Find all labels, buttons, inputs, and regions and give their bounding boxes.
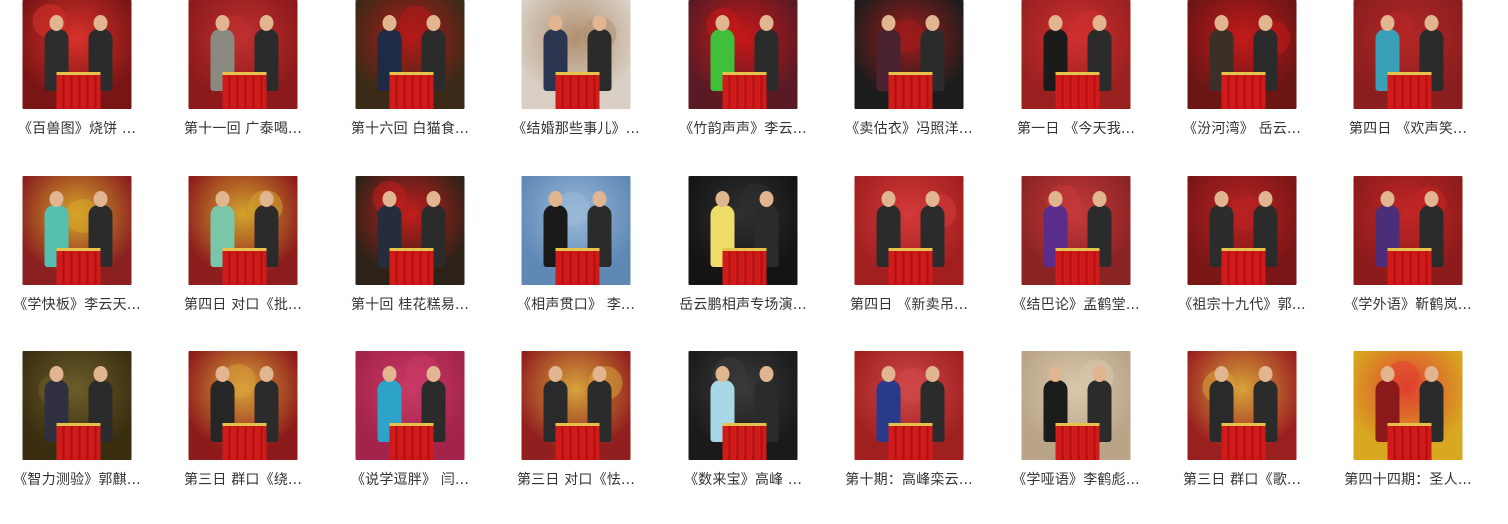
video-thumbnail[interactable] <box>854 0 964 109</box>
video-card[interactable]: 第十一回 广泰喝... <box>163 0 323 150</box>
video-thumbnail[interactable] <box>1021 351 1131 460</box>
video-thumbnail[interactable] <box>1353 0 1463 109</box>
video-card[interactable]: 《数来宝》高峰 ... <box>663 351 823 501</box>
video-title[interactable]: 《说学逗胖》 闫... <box>330 469 490 489</box>
video-thumbnail[interactable] <box>1021 176 1131 285</box>
video-title[interactable]: 《祖宗十九代》郭... <box>1162 294 1322 314</box>
video-card[interactable]: 《百兽图》烧饼 ... <box>0 0 157 150</box>
video-card[interactable]: 第十六回 白猫食... <box>330 0 490 150</box>
video-card[interactable]: 第四日 《新卖吊... <box>829 176 989 326</box>
video-title[interactable]: 岳云鹏相声专场演... <box>663 294 823 314</box>
video-title[interactable]: 《结婚那些事儿》... <box>496 118 656 138</box>
video-title[interactable]: 第三日 对口《怯... <box>496 469 656 489</box>
video-thumbnail[interactable] <box>854 351 964 460</box>
video-thumbnail[interactable] <box>688 0 798 109</box>
video-card[interactable]: 第三日 群口《绕... <box>163 351 323 501</box>
video-title[interactable]: 第三日 群口《歌... <box>1162 469 1322 489</box>
video-title[interactable]: 《数来宝》高峰 ... <box>663 469 823 489</box>
video-card[interactable]: 《汾河湾》 岳云... <box>1162 0 1322 150</box>
video-thumbnail[interactable] <box>22 176 132 285</box>
video-card[interactable]: 第四日 《欢声笑... <box>1328 0 1488 150</box>
video-thumbnail[interactable] <box>188 0 298 109</box>
video-thumbnail[interactable] <box>355 0 465 109</box>
video-card[interactable]: 第十期：高峰栾云... <box>829 351 989 501</box>
video-title[interactable]: 《结巴论》孟鹤堂... <box>996 294 1156 314</box>
video-thumbnail[interactable] <box>521 0 631 109</box>
video-thumbnail[interactable] <box>22 0 132 109</box>
video-title[interactable]: 《相声贯口》 李... <box>496 294 656 314</box>
video-thumbnail[interactable] <box>688 176 798 285</box>
video-title[interactable]: 第十六回 白猫食... <box>330 118 490 138</box>
video-card[interactable]: 第四日 对口《批... <box>163 176 323 326</box>
video-title[interactable]: 《学哑语》李鹤彪... <box>996 469 1156 489</box>
video-card[interactable]: 《卖估衣》冯照洋... <box>829 0 989 150</box>
video-thumbnail[interactable] <box>688 351 798 460</box>
video-card[interactable]: 第四十四期：圣人... <box>1328 351 1488 501</box>
video-grid: 《百兽图》烧饼 ... 第十一回 广泰喝... 第十六回 白猫食... 《结婚那些事儿… <box>0 0 1508 524</box>
video-title[interactable]: 第四日 对口《批... <box>163 294 323 314</box>
video-card[interactable]: 第一日 《今天我... <box>996 0 1156 150</box>
video-card[interactable]: 岳云鹏相声专场演... <box>663 176 823 326</box>
video-thumbnail[interactable] <box>1187 176 1297 285</box>
video-card[interactable]: 第三日 对口《怯... <box>496 351 656 501</box>
video-thumbnail[interactable] <box>1187 351 1297 460</box>
video-title[interactable]: 《智力测验》郭麒... <box>0 469 157 489</box>
video-title[interactable]: 《百兽图》烧饼 ... <box>0 118 157 138</box>
video-thumbnail[interactable] <box>188 176 298 285</box>
video-card[interactable]: 《结巴论》孟鹤堂... <box>996 176 1156 326</box>
video-card[interactable]: 《相声贯口》 李... <box>496 176 656 326</box>
video-card[interactable]: 《结婚那些事儿》... <box>496 0 656 150</box>
video-thumbnail[interactable] <box>1353 176 1463 285</box>
video-title[interactable]: 第一日 《今天我... <box>996 118 1156 138</box>
video-title[interactable]: 第四日 《新卖吊... <box>829 294 989 314</box>
video-card[interactable]: 第十回 桂花糕易... <box>330 176 490 326</box>
video-thumbnail[interactable] <box>521 351 631 460</box>
video-title[interactable]: 《汾河湾》 岳云... <box>1162 118 1322 138</box>
video-title[interactable]: 第十期：高峰栾云... <box>829 469 989 489</box>
video-card[interactable]: 《智力测验》郭麒... <box>0 351 157 501</box>
video-title[interactable]: 第四十四期：圣人... <box>1328 469 1488 489</box>
video-thumbnail[interactable] <box>1021 0 1131 109</box>
video-thumbnail[interactable] <box>1187 0 1297 109</box>
video-card[interactable]: 《学哑语》李鹤彪... <box>996 351 1156 501</box>
video-thumbnail[interactable] <box>355 176 465 285</box>
video-card[interactable]: 第三日 群口《歌... <box>1162 351 1322 501</box>
video-card[interactable]: 《学外语》靳鹤岚... <box>1328 176 1488 326</box>
video-thumbnail[interactable] <box>521 176 631 285</box>
video-title[interactable]: 《卖估衣》冯照洋... <box>829 118 989 138</box>
video-card[interactable]: 《说学逗胖》 闫... <box>330 351 490 501</box>
video-card[interactable]: 《祖宗十九代》郭... <box>1162 176 1322 326</box>
video-title[interactable]: 第十一回 广泰喝... <box>163 118 323 138</box>
video-card[interactable]: 《学快板》李云天... <box>0 176 157 326</box>
video-title[interactable]: 《竹韵声声》李云... <box>663 118 823 138</box>
video-title[interactable]: 第十回 桂花糕易... <box>330 294 490 314</box>
video-card[interactable]: 《竹韵声声》李云... <box>663 0 823 150</box>
video-title[interactable]: 《学外语》靳鹤岚... <box>1328 294 1488 314</box>
video-thumbnail[interactable] <box>854 176 964 285</box>
video-thumbnail[interactable] <box>355 351 465 460</box>
video-title[interactable]: 《学快板》李云天... <box>0 294 157 314</box>
video-thumbnail[interactable] <box>188 351 298 460</box>
video-title[interactable]: 第三日 群口《绕... <box>163 469 323 489</box>
video-thumbnail[interactable] <box>22 351 132 460</box>
video-title[interactable]: 第四日 《欢声笑... <box>1328 118 1488 138</box>
video-thumbnail[interactable] <box>1353 351 1463 460</box>
